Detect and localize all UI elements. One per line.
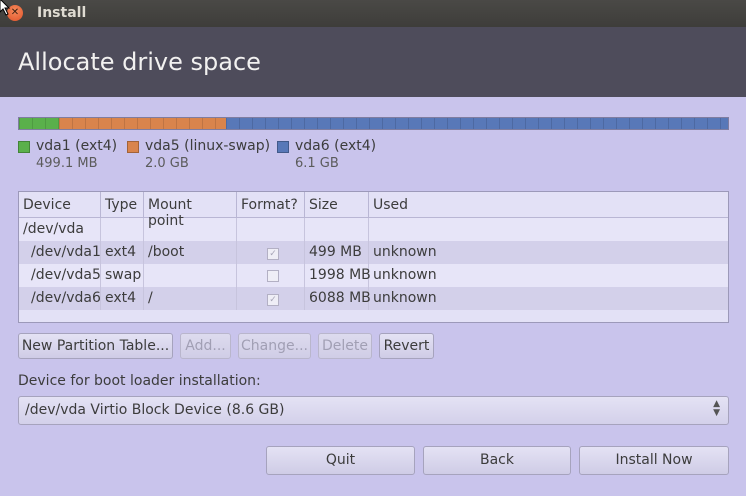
title-bar: ✕ Install	[0, 0, 746, 27]
legend-name: vda6 (ext4)	[295, 138, 377, 154]
legend-name: vda1 (ext4)	[36, 138, 118, 154]
partition-segment-vda6	[226, 118, 728, 129]
column-header-used[interactable]: Used	[369, 192, 728, 217]
table-row[interactable]: /dev/vda1 ext4 /boot ✓ 499 MB unknown	[19, 241, 728, 264]
column-header-size[interactable]: Size	[305, 192, 369, 217]
window-title: Install	[37, 5, 87, 21]
table-header: Device Type Mount point Format? Size Use…	[19, 192, 728, 229]
column-header-mount-point[interactable]: Mount point	[144, 192, 237, 229]
revert-button[interactable]: Revert	[379, 333, 434, 359]
legend-swatch	[127, 141, 139, 153]
format-cell: ✓	[237, 241, 305, 264]
combo-arrows-icon: ▲ ▼	[713, 399, 720, 418]
empty-cell	[369, 218, 728, 241]
column-header-type[interactable]: Type	[101, 192, 144, 217]
change-partition-button[interactable]: Change...	[238, 333, 311, 359]
type-cell: ext4	[101, 287, 144, 310]
page-header: Allocate drive space	[0, 27, 746, 97]
add-partition-button[interactable]: Add...	[180, 333, 231, 359]
format-checkbox[interactable]	[267, 270, 279, 282]
format-cell: ✓	[237, 287, 305, 310]
empty-cell	[237, 218, 305, 241]
size-cell: 499 MB	[305, 241, 369, 264]
legend-name: vda5 (linux-swap)	[145, 138, 271, 154]
partition-bar	[18, 117, 729, 130]
device-cell: /dev/vda6	[19, 287, 101, 310]
column-header-format[interactable]: Format?	[237, 192, 305, 217]
mount-cell: /boot	[144, 241, 237, 264]
format-checkbox[interactable]: ✓	[267, 248, 279, 260]
device-cell: /dev/vda1	[19, 241, 101, 264]
partition-segment-vda1	[19, 118, 59, 129]
empty-cell	[305, 218, 369, 241]
used-cell: unknown	[373, 267, 437, 283]
size-cell: 1998 MB	[305, 264, 371, 287]
bootloader-device-select[interactable]: /dev/vda Virtio Block Device (8.6 GB) ▲ ▼	[18, 396, 729, 425]
table-row[interactable]: /dev/vda6 ext4 / ✓ 6088 MB unknown	[19, 287, 728, 310]
type-cell: swap	[101, 264, 144, 287]
new-partition-table-button[interactable]: New Partition Table...	[18, 333, 173, 359]
quit-button[interactable]: Quit	[266, 446, 415, 475]
format-cell	[237, 264, 305, 287]
bootloader-selected-value: /dev/vda Virtio Block Device (8.6 GB)	[25, 402, 285, 418]
used-cell: unknown	[373, 290, 437, 306]
device-cell: /dev/vda5	[19, 264, 101, 287]
format-checkbox[interactable]: ✓	[267, 294, 279, 306]
partition-segment-vda5	[59, 118, 226, 129]
legend-swatch	[18, 141, 30, 153]
delete-partition-button[interactable]: Delete	[318, 333, 372, 359]
mount-cell	[144, 264, 237, 287]
type-cell: ext4	[101, 241, 144, 264]
install-now-button[interactable]: Install Now	[579, 446, 729, 475]
partition-table: Device Type Mount point Format? Size Use…	[18, 191, 729, 323]
empty-cell	[144, 218, 237, 241]
legend-size: 2.0 GB	[145, 156, 189, 171]
column-header-device[interactable]: Device	[19, 192, 101, 217]
used-cell: unknown	[373, 244, 437, 260]
size-cell: 6088 MB	[305, 287, 371, 310]
legend-swatch	[277, 141, 289, 153]
back-button[interactable]: Back	[423, 446, 571, 475]
mount-cell: /	[144, 287, 237, 310]
legend-size: 499.1 MB	[36, 156, 98, 171]
bootloader-label: Device for boot loader installation:	[18, 373, 261, 389]
table-row[interactable]: /dev/vda5 swap 1998 MB unknown	[19, 264, 728, 287]
mouse-cursor-icon	[0, 0, 11, 16]
legend-size: 6.1 GB	[295, 156, 339, 171]
device-cell: /dev/vda	[19, 218, 101, 241]
page-title: Allocate drive space	[18, 48, 261, 76]
empty-cell	[101, 218, 144, 241]
table-row-disk[interactable]: /dev/vda	[19, 218, 728, 241]
